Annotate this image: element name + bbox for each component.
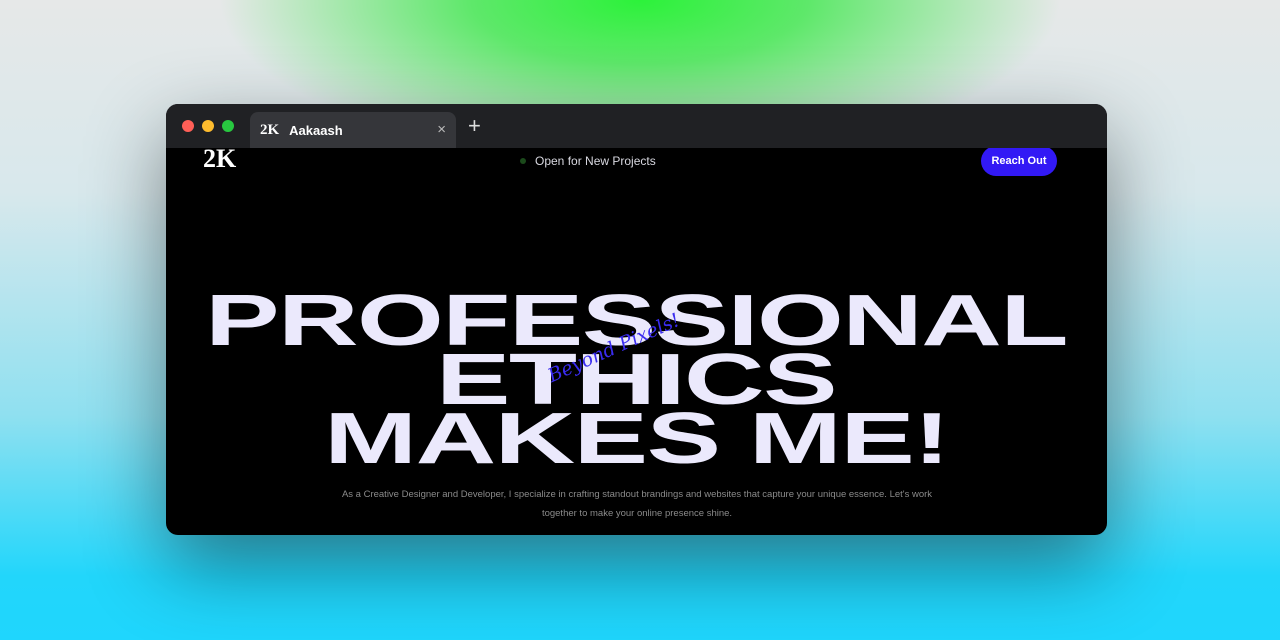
intro-description: As a Creative Designer and Developer, I … <box>341 489 933 519</box>
status-dot-icon <box>520 158 526 164</box>
status-text: Open for New Projects <box>535 154 656 168</box>
browser-tab[interactable]: 2K Aakaash × <box>250 112 456 148</box>
browser-window: 2K Aakaash × + 2K Open for New Projects … <box>166 104 1107 535</box>
headline-line-3: MAKES ME! <box>324 399 950 479</box>
availability-status: Open for New Projects <box>520 154 656 168</box>
site-logo[interactable]: 2K <box>203 144 236 174</box>
new-tab-button[interactable]: + <box>468 115 481 137</box>
title-bar: 2K Aakaash × + <box>166 104 1107 148</box>
minimize-window-button[interactable] <box>202 120 214 132</box>
maximize-window-button[interactable] <box>222 120 234 132</box>
close-tab-icon[interactable]: × <box>437 121 446 138</box>
tab-title: Aakaash <box>289 122 343 138</box>
tab-favicon-icon: 2K <box>260 121 280 138</box>
reach-out-button[interactable]: Reach Out <box>981 146 1057 176</box>
close-window-button[interactable] <box>182 120 194 132</box>
